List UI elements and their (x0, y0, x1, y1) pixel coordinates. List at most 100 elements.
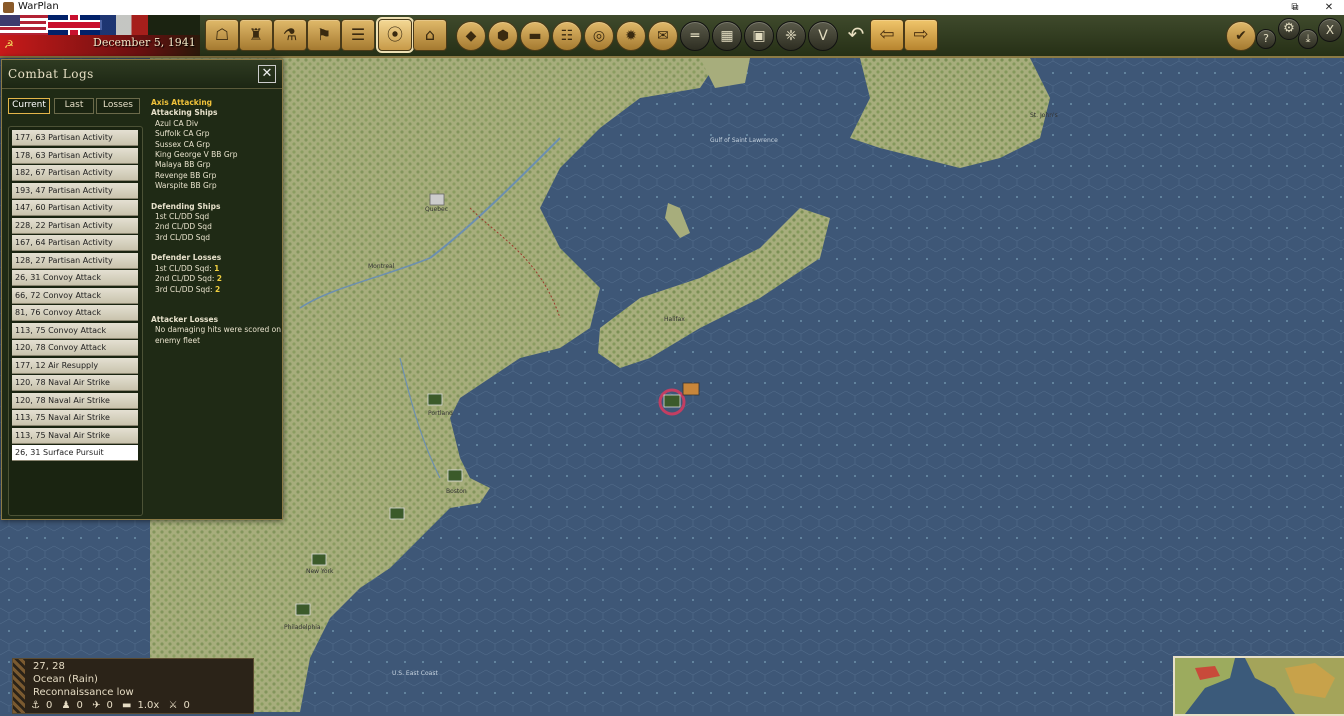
helmet-button[interactable]: ⌂ (413, 19, 447, 51)
plane-icon: ✈ (92, 700, 101, 711)
chevron-decoration (13, 659, 25, 713)
attacking-ship: Malaya BB Grp (155, 160, 211, 170)
defending-ships-header: Defending Ships (151, 201, 221, 211)
minimap[interactable] (1173, 656, 1344, 716)
hex-stats: ⚓ 0 ♟ 0 ✈ 0 ▬ 1.0x ⚔ 0 (31, 700, 196, 711)
list-item[interactable]: 120, 78 Naval Air Strike (12, 392, 138, 409)
main-toolbar: ☭ December 5, 1941 ☖ ♜ ⚗ ⚑ ☰ ⦿ ⌂ ◆ ⬢ ▬ ☷… (0, 15, 1344, 58)
us-flag-icon (0, 15, 48, 35)
hex-filter-button[interactable]: ⬢ (488, 21, 518, 51)
next-unit-button[interactable]: ⇨ (904, 19, 938, 51)
restore-button[interactable]: ⧉ (1280, 0, 1310, 15)
diplomacy-flag-button[interactable]: ⚑ (307, 19, 341, 51)
app-icon (3, 2, 14, 13)
hex-terrain: Ocean (Rain) (33, 674, 98, 685)
list-item[interactable]: 228, 22 Partisan Activity (12, 217, 138, 234)
target-filter-button[interactable]: ◎ (584, 21, 614, 51)
save-button[interactable]: ⤓ (1298, 29, 1318, 49)
list-item[interactable]: 120, 78 Convoy Attack (12, 340, 138, 356)
attacking-ship: Azul CA Div (155, 118, 199, 128)
production-button[interactable]: ☖ (205, 19, 239, 51)
attacking-ship: Revenge BB Grp (155, 170, 217, 180)
attacker-losses-header: Attacker Losses (151, 314, 219, 324)
tab-losses[interactable]: Losses (96, 98, 140, 114)
list-item[interactable]: 167, 64 Partisan Activity (12, 235, 138, 251)
multiplier-value: 1.0x (137, 700, 160, 711)
frame-filter-button[interactable]: ▣ (744, 21, 774, 51)
combat-logs-title: Combat Logs (8, 67, 94, 81)
list-item[interactable]: 113, 75 Naval Air Strike (12, 427, 138, 444)
map-city: St. John's (1030, 112, 1058, 119)
hex-recon: Reconnaissance low (33, 687, 134, 698)
end-turn-check-button[interactable]: ✔ (1226, 21, 1256, 51)
attacker-losses-text: No damaging hits were scored on enemy fl… (155, 325, 281, 345)
uk-flag-icon (48, 15, 100, 35)
victory-filter-button[interactable]: V (808, 21, 838, 51)
list-item[interactable]: 26, 31 Convoy Attack (12, 270, 138, 286)
mail-filter-button[interactable]: ✉ (648, 21, 678, 51)
tab-current[interactable]: Current (8, 98, 50, 114)
map-city: Quebec (425, 206, 449, 213)
defender-loss-row: 3rd CL/DD Sqd: 2 (155, 284, 221, 294)
turn-date: December 5, 1941 (93, 36, 196, 49)
list-item[interactable]: 182, 67 Partisan Activity (12, 165, 138, 181)
multiplier-icon: ▬ (122, 700, 132, 711)
map-city: New York (306, 568, 334, 575)
hex-coordinates: 27, 28 (33, 661, 65, 672)
combat-log-list[interactable]: 177, 63 Partisan Activity 178, 63 Partis… (8, 126, 143, 516)
rail-filter-button[interactable]: ═ (680, 21, 710, 51)
units-button[interactable]: ♜ (239, 19, 273, 51)
list-item[interactable]: 66, 72 Convoy Attack (12, 287, 138, 304)
list-item[interactable]: 113, 75 Naval Air Strike (12, 410, 138, 426)
window-titlebar: WarPlan – ⧉ ✕ (0, 0, 1344, 16)
research-button[interactable]: ⚗ (273, 19, 307, 51)
explosion-filter-button[interactable]: ❈ (776, 21, 806, 51)
settings-button[interactable]: ⚙ (1278, 18, 1300, 40)
map-city: Halifax (664, 316, 685, 323)
map-city: Boston (446, 488, 467, 495)
window-title: WarPlan (18, 1, 59, 12)
terrain-filter-button[interactable]: ◆ (456, 21, 486, 51)
reports-button[interactable]: ☰ (341, 19, 375, 51)
defending-ship: 2nd CL/DD Sqd (155, 222, 212, 232)
list-item[interactable]: 113, 75 Convoy Attack (12, 322, 138, 339)
tab-last[interactable]: Last (54, 98, 94, 114)
list-item[interactable]: 128, 27 Partisan Activity (12, 252, 138, 269)
list-item[interactable]: 177, 12 Air Resupply (12, 357, 138, 374)
list-item[interactable]: 178, 63 Partisan Activity (12, 147, 138, 164)
attacking-ship: Suffolk CA Grp (155, 129, 210, 139)
list-item-selected[interactable]: 26, 31 Surface Pursuit (12, 445, 138, 461)
combat-logs-button[interactable]: ⦿ (376, 17, 414, 53)
map-label-coast: U.S. East Coast (392, 670, 438, 677)
exit-button[interactable]: X (1318, 18, 1342, 42)
map-city: Portland (428, 410, 453, 417)
map-label-gulf: Gulf of Saint Lawrence (710, 137, 778, 144)
attacking-ships-header: Attacking Ships (151, 108, 218, 118)
close-window-button[interactable]: ✕ (1314, 0, 1344, 15)
defender-loss-row: 2nd CL/DD Sqd: 2 (155, 274, 222, 284)
list-item[interactable]: 193, 47 Partisan Activity (12, 182, 138, 199)
close-icon[interactable]: ✕ (258, 65, 276, 83)
combat-logs-header: Combat Logs ✕ (2, 60, 282, 89)
list-item[interactable]: 81, 76 Convoy Attack (12, 305, 138, 321)
ground-count: 0 (76, 700, 83, 711)
sun-filter-button[interactable]: ✹ (616, 21, 646, 51)
air-count: 0 (106, 700, 113, 711)
defender-loss-row: 1st CL/DD Sqd: 1 (155, 263, 220, 273)
undo-button[interactable]: ↶ (840, 19, 872, 49)
grid-filter-button[interactable]: ▦ (712, 21, 742, 51)
previous-unit-button[interactable]: ⇦ (870, 19, 904, 51)
list-item[interactable]: 147, 60 Partisan Activity (12, 200, 138, 216)
supply-filter-button[interactable]: ☷ (552, 21, 582, 51)
naval-count: 0 (45, 700, 53, 711)
list-item[interactable]: 120, 78 Naval Air Strike (12, 375, 138, 391)
combat-log-details: Axis Attacking Attacking Ships Azul CA D… (151, 98, 281, 346)
nation-flags: ☭ December 5, 1941 (0, 15, 200, 56)
tank-filter-button[interactable]: ▬ (520, 21, 550, 51)
anchor-icon: ⚓ (31, 700, 40, 711)
attacking-side: Axis Attacking (151, 98, 213, 107)
soldier-icon: ♟ (61, 700, 71, 711)
list-item[interactable]: 177, 63 Partisan Activity (12, 130, 138, 146)
help-button[interactable]: ? (1256, 29, 1276, 49)
map-city: Philadelphia (284, 624, 321, 631)
